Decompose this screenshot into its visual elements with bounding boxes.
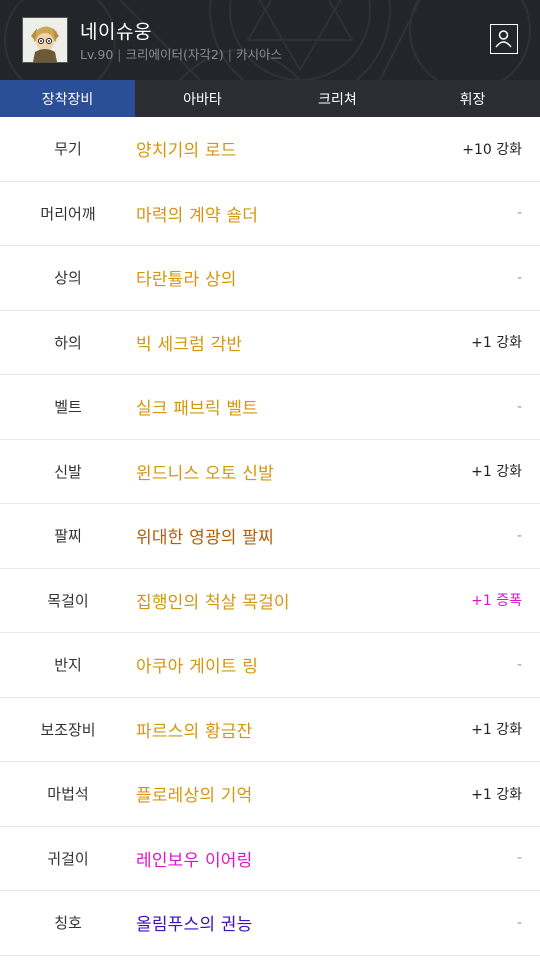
equipment-row[interactable]: 목걸이 집행인의 척살 목걸이 +1 증폭 — [0, 569, 540, 633]
equipment-row[interactable]: 귀걸이 레인보우 이어링 - — [0, 827, 540, 891]
equipment-enhancement: - — [516, 398, 522, 415]
equipment-row[interactable]: 무기 양치기의 로드 +10 강화 — [0, 117, 540, 182]
equipment-slot-label: 마법석 — [47, 785, 89, 804]
equipment-enhancement: - — [516, 269, 522, 286]
equipment-item-name[interactable]: 레인보우 이어링 — [136, 827, 252, 891]
equipment-row[interactable]: 보조장비 파르스의 황금잔 +1 강화 — [0, 698, 540, 762]
equipment-item-name[interactable]: 타란튤라 상의 — [136, 246, 237, 310]
equipment-slot-label: 벨트 — [54, 398, 82, 417]
info-separator: | — [117, 47, 122, 62]
equipment-item-name[interactable]: 실크 패브릭 벨트 — [136, 375, 258, 439]
equipment-item-name[interactable]: 올림푸스의 권능 — [136, 891, 252, 955]
equipment-enhancement: +10 강화 — [462, 141, 522, 158]
character-info: Lv.90 | 크리에이터(자각2) | 카시아스 — [80, 44, 282, 63]
equipment-enhancement: - — [516, 205, 522, 222]
equipment-item-name[interactable]: 마력의 계약 숄더 — [136, 182, 258, 246]
equipment-slot-label: 보조장비 — [40, 720, 96, 739]
equipment-row[interactable]: 팔찌 위대한 영광의 팔찌 - — [0, 504, 540, 569]
equipment-slot-label: 귀걸이 — [47, 849, 89, 868]
equipment-slot-label: 신발 — [54, 462, 82, 481]
equipment-row[interactable]: 상의 타란튤라 상의 - — [0, 246, 540, 311]
tab-emblem[interactable]: 휘장 — [405, 80, 540, 117]
character-name: 네이슈웅 — [80, 21, 152, 43]
character-avatar-icon — [23, 18, 67, 62]
tab-avatar[interactable]: 아바타 — [135, 80, 270, 117]
equipment-enhancement: +1 강화 — [471, 722, 522, 739]
equipment-enhancement: +1 강화 — [471, 335, 522, 352]
equipment-item-name[interactable]: 플로레상의 기억 — [136, 762, 252, 826]
equipment-item-name[interactable]: 빅 세크럼 각반 — [136, 311, 242, 375]
equipment-item-name[interactable]: 양치기의 로드 — [136, 117, 237, 181]
info-separator: | — [227, 47, 232, 62]
equipment-row[interactable]: 반지 아쿠아 게이트 링 - — [0, 633, 540, 698]
equipment-row[interactable]: 칭호 올림푸스의 권능 - — [0, 891, 540, 956]
equipment-item-name[interactable]: 아쿠아 게이트 링 — [136, 633, 258, 697]
equipment-enhancement: - — [516, 527, 522, 544]
tab-equipment[interactable]: 장착장비 — [0, 80, 135, 117]
equipment-slot-label: 팔찌 — [54, 527, 82, 546]
equipment-item-name[interactable]: 위대한 영광의 팔찌 — [136, 504, 274, 568]
equipment-slot-label: 칭호 — [54, 914, 82, 933]
equipment-item-name[interactable]: 파르스의 황금잔 — [136, 698, 252, 762]
equipment-enhancement: +1 강화 — [471, 464, 522, 481]
profile-card-button[interactable] — [490, 24, 518, 54]
equipment-enhancement: +1 강화 — [471, 786, 522, 803]
profile-card-icon — [495, 30, 512, 48]
equipment-slot-label: 머리어깨 — [40, 204, 96, 223]
equipment-slot-label: 하의 — [54, 333, 82, 352]
equipment-row[interactable]: 하의 빅 세크럼 각반 +1 강화 — [0, 311, 540, 375]
character-header: 네이슈웅 Lv.90 | 크리에이터(자각2) | 카시아스 — [0, 0, 540, 80]
equipment-enhancement: +1 증폭 — [471, 593, 522, 610]
equipment-enhancement: - — [516, 914, 522, 931]
equipment-slot-label: 상의 — [54, 269, 82, 288]
equipment-slot-label: 무기 — [54, 140, 82, 159]
equipment-enhancement: - — [516, 850, 522, 867]
character-world: 카시아스 — [235, 47, 282, 62]
equipment-slot-label: 목걸이 — [47, 591, 89, 610]
character-level: Lv.90 — [80, 47, 114, 62]
character-job: 크리에이터(자각2) — [125, 47, 224, 62]
equipment-row[interactable]: 머리어깨 마력의 계약 숄더 - — [0, 182, 540, 246]
avatar — [22, 17, 68, 63]
equipment-row[interactable]: 마법석 플로레상의 기억 +1 강화 — [0, 762, 540, 827]
equipment-row[interactable]: 신발 윈드니스 오토 신발 +1 강화 — [0, 440, 540, 504]
equipment-row[interactable]: 벨트 실크 패브릭 벨트 - — [0, 375, 540, 440]
tab-creature[interactable]: 크리쳐 — [270, 80, 405, 117]
tab-bar: 장착장비 아바타 크리쳐 휘장 — [0, 80, 540, 117]
equipment-item-name[interactable]: 윈드니스 오토 신발 — [136, 440, 274, 504]
equipment-enhancement: - — [516, 656, 522, 673]
equipment-slot-label: 반지 — [54, 656, 82, 675]
equipment-list: 무기 양치기의 로드 +10 강화머리어깨 마력의 계약 숄더 - 상의 타란튤라 상의 - 하… — [0, 117, 540, 956]
equipment-item-name[interactable]: 집행인의 척살 목걸이 — [136, 569, 290, 633]
